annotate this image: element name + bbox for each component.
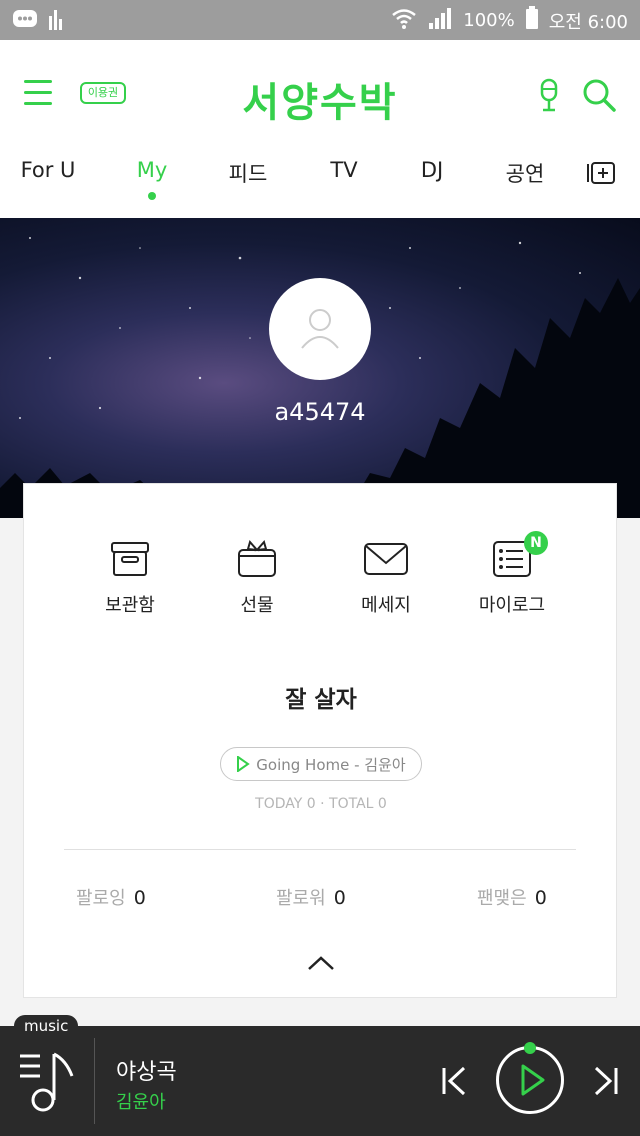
mini-player[interactable]: 야상곡 김윤아: [0, 1026, 640, 1136]
total-label: TOTAL: [329, 796, 374, 812]
avatar[interactable]: [269, 278, 371, 380]
divider: [64, 849, 576, 850]
gift-label: 선물: [240, 595, 274, 616]
following-label: 팔로잉: [76, 888, 126, 909]
user-placeholder-icon: [301, 309, 339, 349]
track-artist: 김윤아: [116, 1092, 166, 1113]
tab-concert[interactable]: 공연: [506, 158, 545, 188]
gift-icon: [238, 539, 276, 577]
tab-feed[interactable]: 피드: [229, 158, 268, 188]
battery-icon: [525, 6, 539, 35]
fans-count: 0: [534, 887, 547, 909]
archive-button[interactable]: 보관함: [70, 539, 190, 617]
tab-for-u[interactable]: For U: [21, 158, 76, 182]
hamburger-menu-icon[interactable]: [24, 80, 54, 106]
followers-stat[interactable]: 팔로워 0: [276, 884, 346, 910]
signal-icon: [427, 6, 453, 35]
message-icon: [364, 543, 408, 575]
playlist-icon[interactable]: [18, 1050, 74, 1116]
chat-notification-icon: [12, 8, 38, 34]
status-message: 잘 살자: [285, 687, 357, 713]
username: a45474: [274, 398, 366, 426]
gift-button[interactable]: 선물: [197, 539, 317, 617]
play-icon: [521, 1064, 545, 1096]
microphone-icon[interactable]: [535, 78, 563, 116]
tab-my[interactable]: My: [137, 158, 168, 182]
following-count: 0: [133, 887, 146, 909]
profile-song-button[interactable]: Going Home - 김윤아: [220, 747, 422, 781]
following-stat[interactable]: 팔로잉 0: [76, 884, 146, 910]
chevron-up-icon[interactable]: [307, 954, 335, 976]
fans-label: 팬맺은: [477, 888, 527, 909]
mylog-button[interactable]: N 마이로그: [452, 531, 572, 617]
equalizer-icon: [48, 8, 64, 34]
next-track-icon[interactable]: [592, 1066, 620, 1100]
play-button[interactable]: [496, 1046, 564, 1114]
battery-percent: 100%: [463, 10, 515, 31]
app-header: 이용권 서양수박: [0, 40, 640, 150]
new-badge: N: [524, 531, 548, 555]
message-label: 메세지: [361, 595, 411, 616]
play-icon: [237, 756, 251, 772]
add-tab-icon[interactable]: [586, 160, 616, 190]
archive-label: 보관함: [105, 595, 155, 616]
followers-label: 팔로워: [276, 888, 326, 909]
separator-dot: ·: [320, 796, 330, 812]
visit-counts: TODAY 0 · TOTAL 0: [24, 796, 618, 812]
previous-track-icon[interactable]: [440, 1066, 468, 1100]
profile-song-title: Going Home - 김윤아: [256, 755, 406, 774]
followers-count: 0: [333, 887, 346, 909]
fans-stat[interactable]: 팬맺은 0: [477, 884, 547, 910]
player-divider: [94, 1038, 95, 1124]
today-label: TODAY: [255, 796, 303, 812]
search-icon[interactable]: [582, 78, 616, 116]
track-title: 야상곡: [116, 1060, 177, 1085]
tab-tv[interactable]: TV: [330, 158, 357, 182]
ticket-button[interactable]: 이용권: [80, 82, 126, 104]
clock: 오전 6:00: [548, 11, 628, 33]
wifi-icon: [391, 6, 417, 35]
total-count: 0: [377, 796, 387, 812]
active-tab-indicator: [148, 192, 156, 200]
profile-card: 보관함 선물 메세지 N 마이로그 잘 살자 Going Home - 김윤아 …: [23, 483, 617, 998]
message-button[interactable]: 메세지: [326, 539, 446, 617]
playing-indicator: [524, 1042, 536, 1054]
profile-cover: a45474: [0, 218, 640, 518]
status-bar: 100% 오전 6:00: [0, 0, 640, 40]
main-tabs: For U My 피드 TV DJ 공연: [0, 150, 640, 218]
music-tag: music: [14, 1015, 79, 1037]
mylog-label: 마이로그: [478, 595, 546, 616]
today-count: 0: [306, 796, 316, 812]
tab-dj[interactable]: DJ: [421, 158, 443, 182]
archive-icon: [111, 542, 149, 576]
